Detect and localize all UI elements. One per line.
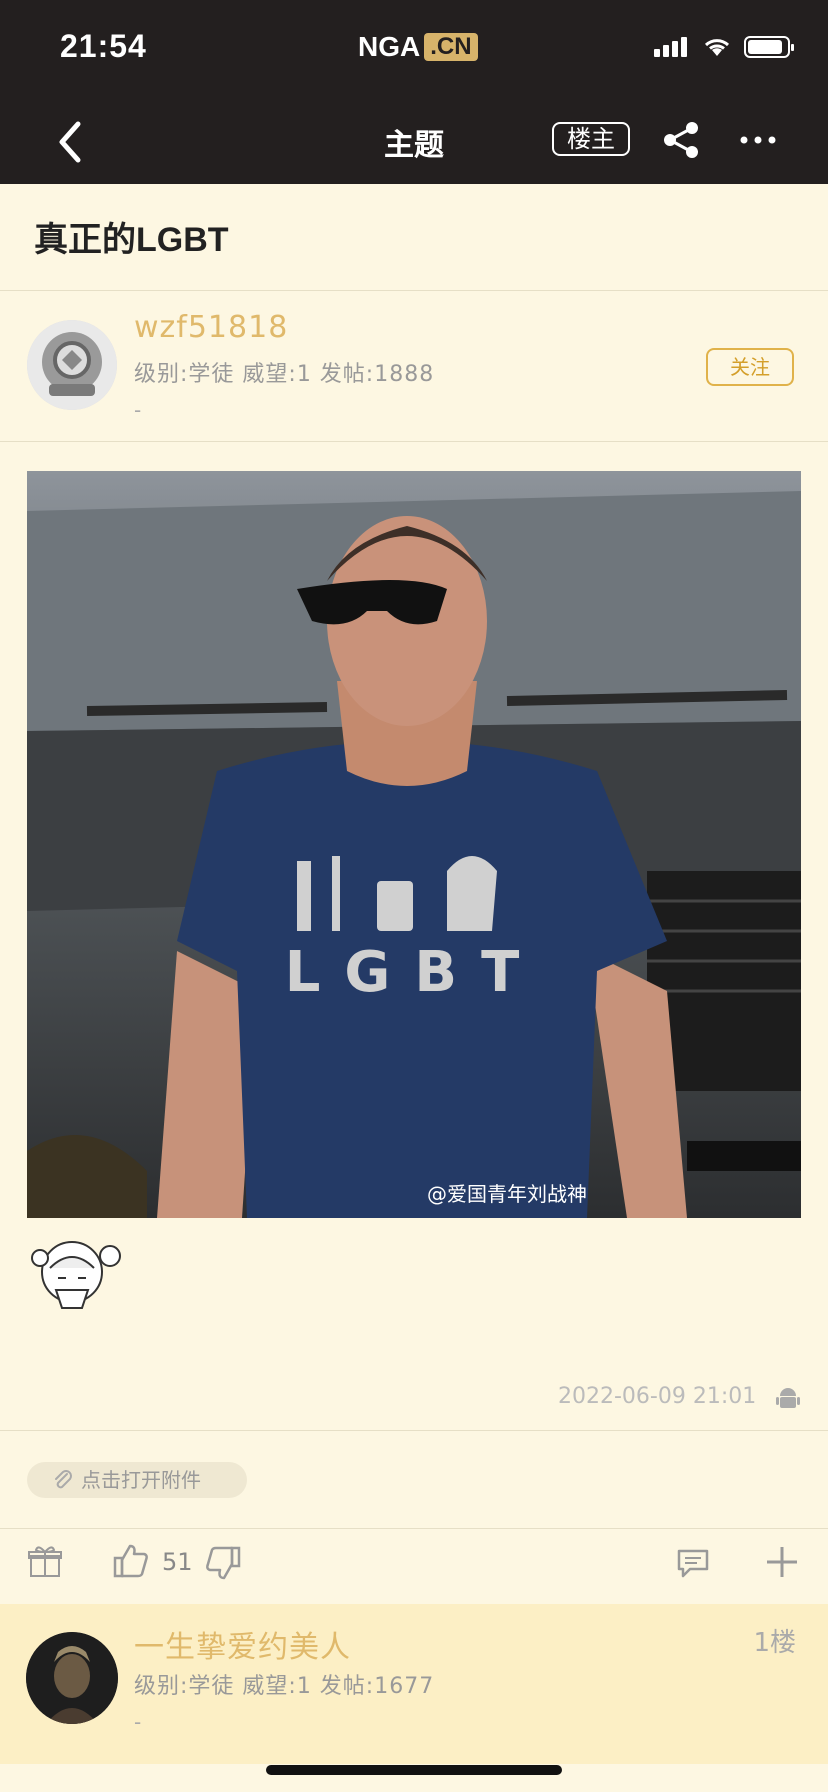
- post-timestamp: 2022-06-09 21:01: [558, 1384, 757, 1409]
- open-attachment-button[interactable]: 点击打开附件: [27, 1462, 247, 1498]
- logo-suffix: .CN: [424, 33, 478, 61]
- gift-icon[interactable]: [28, 1544, 62, 1578]
- divider: [0, 290, 828, 291]
- status-icons: [654, 36, 794, 58]
- home-indicator[interactable]: [266, 1765, 562, 1775]
- author-username[interactable]: wzf51818: [134, 310, 288, 345]
- reply-username[interactable]: 一生挚爱约美人: [134, 1622, 351, 1666]
- owner-only-button[interactable]: 楼主: [552, 122, 630, 156]
- like-count: 51: [162, 1548, 193, 1576]
- follow-button[interactable]: 关注: [706, 348, 794, 386]
- android-icon: [776, 1388, 800, 1408]
- logo-text: NGA: [358, 31, 421, 62]
- wifi-icon: [704, 39, 730, 56]
- emoji-sticker: [31, 1241, 121, 1309]
- divider: [0, 441, 828, 442]
- author-avatar[interactable]: [27, 320, 117, 410]
- divider: [0, 1528, 828, 1529]
- more-icon[interactable]: [738, 126, 778, 154]
- status-time: 21:54: [60, 28, 147, 64]
- avatar-image: [26, 1632, 118, 1724]
- nga-logo: NGA .CN: [358, 30, 478, 64]
- thumbs-down-icon[interactable]: [204, 1544, 242, 1582]
- share-icon[interactable]: [660, 120, 702, 160]
- reply-signature: -: [134, 1710, 142, 1734]
- author-signature: -: [134, 398, 142, 422]
- reply-meta: 级别:学徒 威望:1 发帖:1677: [134, 1674, 435, 1699]
- diving-helmet-icon: [27, 320, 117, 410]
- add-icon[interactable]: [764, 1544, 800, 1580]
- author-meta: 级别:学徒 威望:1 发帖:1888: [134, 362, 435, 387]
- page-title: 主题: [384, 128, 444, 163]
- top-bar: 21:54 NGA .CN 主题 楼主: [0, 0, 828, 184]
- paperclip-icon: [55, 1470, 72, 1489]
- thumbs-up-icon[interactable]: [112, 1542, 150, 1580]
- shirt-text: LGBT: [285, 940, 544, 1005]
- attachment-label: 点击打开附件: [81, 1468, 201, 1492]
- thread-title: 真正的LGBT: [34, 221, 229, 259]
- battery-icon: [744, 36, 794, 58]
- image-watermark: @爱国青年刘战神: [427, 1182, 587, 1206]
- divider: [0, 1430, 828, 1431]
- reply-avatar[interactable]: [26, 1632, 118, 1724]
- post-image[interactable]: LGBT @爱国青年刘战神: [27, 471, 801, 1218]
- floor-number: 1楼: [753, 1628, 796, 1658]
- signal-icon: [654, 37, 690, 57]
- comment-icon[interactable]: [676, 1548, 710, 1578]
